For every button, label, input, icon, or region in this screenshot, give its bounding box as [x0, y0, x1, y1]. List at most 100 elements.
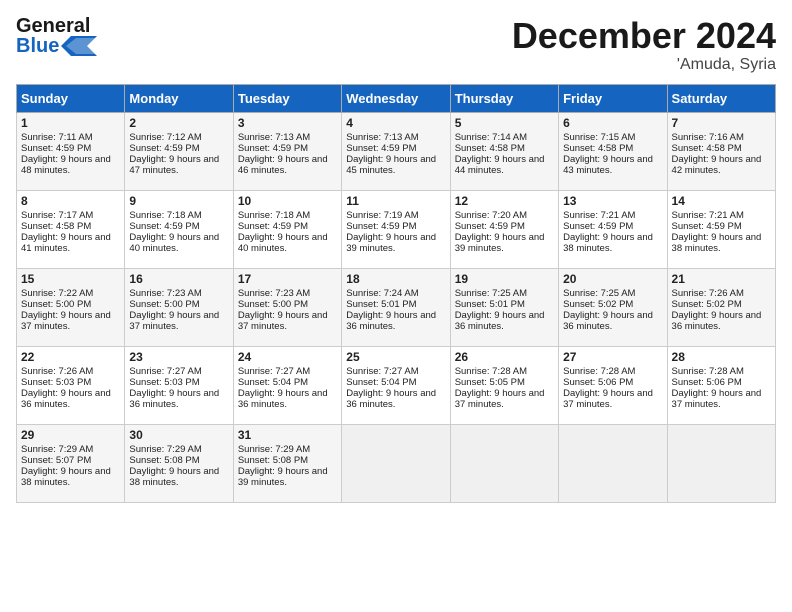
sunset-label: Sunset: 5:02 PM — [563, 299, 633, 310]
day-number: 19 — [455, 272, 554, 286]
daylight-label: Daylight: 9 hours and 36 minutes. — [21, 388, 111, 410]
calendar-cell: 21 Sunrise: 7:26 AM Sunset: 5:02 PM Dayl… — [667, 268, 775, 346]
day-number: 27 — [563, 350, 662, 364]
daylight-label: Daylight: 9 hours and 36 minutes. — [346, 310, 436, 332]
calendar-cell: 19 Sunrise: 7:25 AM Sunset: 5:01 PM Dayl… — [450, 268, 558, 346]
sunset-label: Sunset: 4:59 PM — [129, 221, 199, 232]
calendar-cell: 28 Sunrise: 7:28 AM Sunset: 5:06 PM Dayl… — [667, 346, 775, 424]
sunset-label: Sunset: 5:01 PM — [455, 299, 525, 310]
daylight-label: Daylight: 9 hours and 38 minutes. — [129, 466, 219, 488]
calendar-cell — [559, 424, 667, 502]
sunset-label: Sunset: 4:58 PM — [563, 143, 633, 154]
calendar-row: 1 Sunrise: 7:11 AM Sunset: 4:59 PM Dayli… — [17, 112, 776, 190]
day-number: 2 — [129, 116, 228, 130]
sunrise-label: Sunrise: 7:27 AM — [238, 366, 310, 377]
calendar-cell: 11 Sunrise: 7:19 AM Sunset: 4:59 PM Dayl… — [342, 190, 450, 268]
col-wednesday: Wednesday — [342, 84, 450, 112]
location: 'Amuda, Syria — [512, 56, 776, 74]
daylight-label: Daylight: 9 hours and 36 minutes. — [455, 310, 545, 332]
sunset-label: Sunset: 5:06 PM — [563, 377, 633, 388]
day-number: 1 — [21, 116, 120, 130]
logo-general: General — [16, 16, 90, 36]
sunrise-label: Sunrise: 7:18 AM — [129, 210, 201, 221]
calendar-table: Sunday Monday Tuesday Wednesday Thursday… — [16, 84, 776, 503]
day-number: 6 — [563, 116, 662, 130]
sunrise-label: Sunrise: 7:20 AM — [455, 210, 527, 221]
sunrise-label: Sunrise: 7:15 AM — [563, 132, 635, 143]
sunrise-label: Sunrise: 7:21 AM — [563, 210, 635, 221]
day-number: 7 — [672, 116, 771, 130]
sunset-label: Sunset: 5:03 PM — [21, 377, 91, 388]
calendar-cell: 1 Sunrise: 7:11 AM Sunset: 4:59 PM Dayli… — [17, 112, 125, 190]
daylight-label: Daylight: 9 hours and 36 minutes. — [129, 388, 219, 410]
day-number: 29 — [21, 428, 120, 442]
sunrise-label: Sunrise: 7:12 AM — [129, 132, 201, 143]
calendar-cell: 17 Sunrise: 7:23 AM Sunset: 5:00 PM Dayl… — [233, 268, 341, 346]
daylight-label: Daylight: 9 hours and 39 minutes. — [455, 232, 545, 254]
sunrise-label: Sunrise: 7:26 AM — [672, 288, 744, 299]
daylight-label: Daylight: 9 hours and 36 minutes. — [238, 388, 328, 410]
sunrise-label: Sunrise: 7:16 AM — [672, 132, 744, 143]
calendar-cell: 16 Sunrise: 7:23 AM Sunset: 5:00 PM Dayl… — [125, 268, 233, 346]
sunrise-label: Sunrise: 7:25 AM — [563, 288, 635, 299]
sunset-label: Sunset: 4:59 PM — [129, 143, 199, 154]
day-number: 31 — [238, 428, 337, 442]
day-number: 13 — [563, 194, 662, 208]
calendar-cell: 20 Sunrise: 7:25 AM Sunset: 5:02 PM Dayl… — [559, 268, 667, 346]
page-container: General Blue December 2024 'Amuda, Syria — [0, 0, 792, 513]
sunset-label: Sunset: 5:03 PM — [129, 377, 199, 388]
daylight-label: Daylight: 9 hours and 38 minutes. — [21, 466, 111, 488]
calendar-cell: 18 Sunrise: 7:24 AM Sunset: 5:01 PM Dayl… — [342, 268, 450, 346]
calendar-row: 29 Sunrise: 7:29 AM Sunset: 5:07 PM Dayl… — [17, 424, 776, 502]
calendar-cell: 22 Sunrise: 7:26 AM Sunset: 5:03 PM Dayl… — [17, 346, 125, 424]
calendar-cell: 2 Sunrise: 7:12 AM Sunset: 4:59 PM Dayli… — [125, 112, 233, 190]
daylight-label: Daylight: 9 hours and 37 minutes. — [563, 388, 653, 410]
calendar-cell: 5 Sunrise: 7:14 AM Sunset: 4:58 PM Dayli… — [450, 112, 558, 190]
sunrise-label: Sunrise: 7:27 AM — [129, 366, 201, 377]
sunrise-label: Sunrise: 7:28 AM — [563, 366, 635, 377]
sunset-label: Sunset: 5:04 PM — [238, 377, 308, 388]
sunset-label: Sunset: 4:59 PM — [238, 143, 308, 154]
calendar-cell: 31 Sunrise: 7:29 AM Sunset: 5:08 PM Dayl… — [233, 424, 341, 502]
calendar-cell: 4 Sunrise: 7:13 AM Sunset: 4:59 PM Dayli… — [342, 112, 450, 190]
day-number: 30 — [129, 428, 228, 442]
daylight-label: Daylight: 9 hours and 48 minutes. — [21, 154, 111, 176]
sunrise-label: Sunrise: 7:26 AM — [21, 366, 93, 377]
logo-blue: Blue — [16, 36, 59, 56]
day-number: 14 — [672, 194, 771, 208]
day-number: 12 — [455, 194, 554, 208]
day-number: 18 — [346, 272, 445, 286]
daylight-label: Daylight: 9 hours and 37 minutes. — [455, 388, 545, 410]
sunrise-label: Sunrise: 7:27 AM — [346, 366, 418, 377]
sunrise-label: Sunrise: 7:18 AM — [238, 210, 310, 221]
header-row: Sunday Monday Tuesday Wednesday Thursday… — [17, 84, 776, 112]
daylight-label: Daylight: 9 hours and 43 minutes. — [563, 154, 653, 176]
calendar-cell: 29 Sunrise: 7:29 AM Sunset: 5:07 PM Dayl… — [17, 424, 125, 502]
sunset-label: Sunset: 4:59 PM — [238, 221, 308, 232]
header: General Blue December 2024 'Amuda, Syria — [16, 16, 776, 74]
sunset-label: Sunset: 5:08 PM — [129, 455, 199, 466]
sunrise-label: Sunrise: 7:29 AM — [21, 444, 93, 455]
sunrise-label: Sunrise: 7:17 AM — [21, 210, 93, 221]
day-number: 5 — [455, 116, 554, 130]
sunset-label: Sunset: 5:00 PM — [238, 299, 308, 310]
day-number: 9 — [129, 194, 228, 208]
sunset-label: Sunset: 5:07 PM — [21, 455, 91, 466]
day-number: 21 — [672, 272, 771, 286]
daylight-label: Daylight: 9 hours and 40 minutes. — [238, 232, 328, 254]
col-thursday: Thursday — [450, 84, 558, 112]
calendar-cell: 14 Sunrise: 7:21 AM Sunset: 4:59 PM Dayl… — [667, 190, 775, 268]
sunset-label: Sunset: 4:58 PM — [672, 143, 742, 154]
sunset-label: Sunset: 4:58 PM — [455, 143, 525, 154]
sunrise-label: Sunrise: 7:23 AM — [238, 288, 310, 299]
day-number: 15 — [21, 272, 120, 286]
daylight-label: Daylight: 9 hours and 44 minutes. — [455, 154, 545, 176]
day-number: 10 — [238, 194, 337, 208]
daylight-label: Daylight: 9 hours and 45 minutes. — [346, 154, 436, 176]
day-number: 28 — [672, 350, 771, 364]
calendar-cell: 26 Sunrise: 7:28 AM Sunset: 5:05 PM Dayl… — [450, 346, 558, 424]
daylight-label: Daylight: 9 hours and 36 minutes. — [346, 388, 436, 410]
daylight-label: Daylight: 9 hours and 40 minutes. — [129, 232, 219, 254]
sunrise-label: Sunrise: 7:29 AM — [238, 444, 310, 455]
sunset-label: Sunset: 5:00 PM — [21, 299, 91, 310]
